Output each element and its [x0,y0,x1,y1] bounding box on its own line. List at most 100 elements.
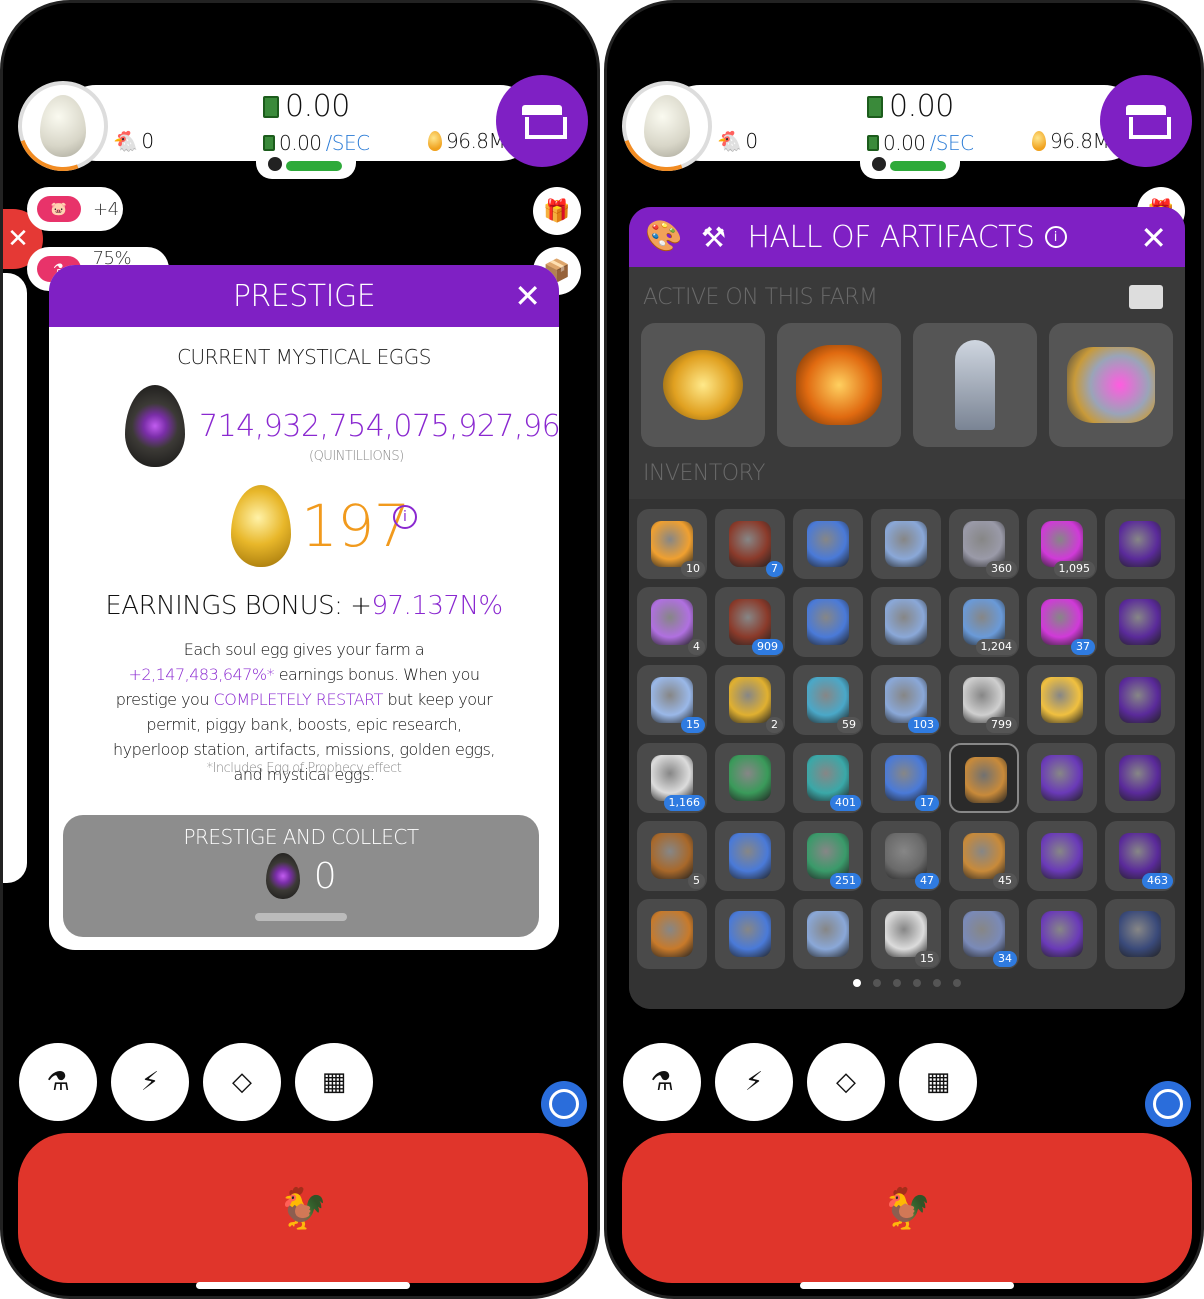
inventory-slot[interactable]: 4 [637,587,707,657]
inventory-slot[interactable] [793,509,863,579]
active-artifact-slot[interactable] [913,323,1037,447]
inventory-slot[interactable] [1105,509,1175,579]
inventory-slot[interactable]: 34 [949,899,1019,969]
inventory-slot[interactable]: 1,204 [949,587,1019,657]
page-dot[interactable] [893,979,901,987]
inventory-slot[interactable] [949,743,1019,813]
artifact-icon [1119,599,1161,645]
artifact-count: 5 [688,873,705,889]
ankh-artifact-icon [955,340,995,430]
close-icon[interactable]: ✕ [514,277,541,315]
inventory-slot[interactable] [793,899,863,969]
inventory-slot[interactable]: 360 [949,509,1019,579]
inventory-slot[interactable] [1027,899,1097,969]
hatch-chicken-button[interactable]: 🐓 [622,1133,1192,1283]
artifact-count: 463 [1142,873,1173,889]
earnings-bonus-label: EARNINGS BONUS: + [105,591,372,621]
inventory-slot[interactable]: 59 [793,665,863,735]
inventory-slot[interactable]: 17 [871,743,941,813]
active-artifact-slot[interactable] [1049,323,1173,447]
inventory-slot[interactable]: 45 [949,821,1019,891]
inventory-slot[interactable] [793,587,863,657]
artifact-count: 4 [688,639,705,655]
inventory-slot[interactable]: 799 [949,665,1019,735]
golden-eggs-value: 96.8M [1050,129,1110,153]
artifact-count: 10 [681,561,705,577]
gem-icon: ◇ [836,1067,856,1097]
drone-target-button[interactable] [541,1081,587,1127]
inventory-slot[interactable] [1027,665,1097,735]
research-button[interactable]: ⚗ [19,1043,97,1121]
artifacts-button[interactable]: ◇ [807,1043,885,1121]
current-egg-button[interactable] [607,66,727,186]
inventory-slot[interactable] [1105,587,1175,657]
inventory-slot[interactable]: 463 [1105,821,1175,891]
hatch-chicken-button[interactable]: 🐓 [18,1133,588,1283]
prestige-and-collect-button[interactable]: PRESTIGE AND COLLECT 0 [63,815,539,937]
artifact-count: 34 [993,951,1017,967]
gift-icon[interactable]: 🎁 [533,187,581,235]
home-indicator[interactable] [196,1282,410,1289]
piggy-bank-pill[interactable]: 🐷 +4 [27,187,123,231]
golden-egg-icon [1032,131,1046,151]
artifacts-button[interactable]: ◇ [203,1043,281,1121]
inventory-slot[interactable]: 15 [871,899,941,969]
research-button[interactable]: ⚗ [623,1043,701,1121]
inventory-slot[interactable]: 7 [715,509,785,579]
inventory-slot[interactable]: 2 [715,665,785,735]
inventory-slot[interactable] [1027,821,1097,891]
inventory-grid: 10 7 360 1,095 4 909 1,204 37 15 2 59 103 799 1,166 40… [629,499,1185,1009]
drone-target-button[interactable] [1145,1081,1191,1127]
inventory-slot[interactable]: 15 [637,665,707,735]
boosts-button[interactable]: ⚡ [111,1043,189,1121]
page-dot[interactable] [873,979,881,987]
page-dot[interactable] [933,979,941,987]
home-indicator[interactable] [800,1282,1014,1289]
inventory-slot[interactable] [715,743,785,813]
inventory-slot[interactable] [871,509,941,579]
chicken-icon: 🐓 [882,1185,932,1232]
inventory-slot[interactable]: 103 [871,665,941,735]
page-dot[interactable] [853,979,861,987]
inventory-slot[interactable]: 10 [637,509,707,579]
menu-button[interactable]: ▦ [899,1043,977,1121]
store-icon [1126,105,1171,139]
prestige-header: PRESTIGE ✕ [49,265,559,327]
folder-icon[interactable] [1129,285,1163,309]
inventory-slot[interactable] [715,821,785,891]
active-artifact-slot[interactable] [641,323,765,447]
page-dots[interactable] [629,979,1185,987]
inventory-slot[interactable] [1105,665,1175,735]
inventory-slot[interactable] [871,587,941,657]
inventory-slot[interactable] [1027,743,1097,813]
prophecy-eggs-value: 197 [301,492,411,560]
inventory-slot[interactable]: 47 [871,821,941,891]
inventory-slot[interactable]: 401 [793,743,863,813]
inventory-slot[interactable]: 1,166 [637,743,707,813]
menu-button[interactable]: ▦ [295,1043,373,1121]
inventory-slot[interactable] [1105,743,1175,813]
inventory-slot[interactable]: 5 [637,821,707,891]
inventory-slot[interactable]: 909 [715,587,785,657]
golden-eggs-count[interactable]: 96.8M [1032,129,1110,153]
inventory-slot[interactable]: 1,095 [1027,509,1097,579]
shop-button[interactable] [496,75,588,167]
phone-screen-left: 🐔 0 0.00 0.00/SEC 96.8M ✕ 🐷 +4 ⚗ 75% OFF [0,0,600,1299]
golden-eggs-count[interactable]: 96.8M [428,129,506,153]
info-icon[interactable]: i [1044,226,1067,248]
info-icon[interactable]: i [393,505,417,529]
palette-icon[interactable]: 🎨 [645,219,682,254]
anvil-icon[interactable]: ⚒ [701,221,726,254]
close-icon[interactable]: ✕ [1140,219,1167,257]
inventory-slot[interactable] [637,899,707,969]
active-artifact-slot[interactable] [777,323,901,447]
inventory-slot[interactable]: 37 [1027,587,1097,657]
current-egg-button[interactable] [3,66,123,186]
page-dot[interactable] [913,979,921,987]
page-dot[interactable] [953,979,961,987]
boosts-button[interactable]: ⚡ [715,1043,793,1121]
inventory-slot[interactable] [715,899,785,969]
inventory-slot[interactable] [1105,899,1175,969]
inventory-slot[interactable]: 251 [793,821,863,891]
shop-button[interactable] [1100,75,1192,167]
